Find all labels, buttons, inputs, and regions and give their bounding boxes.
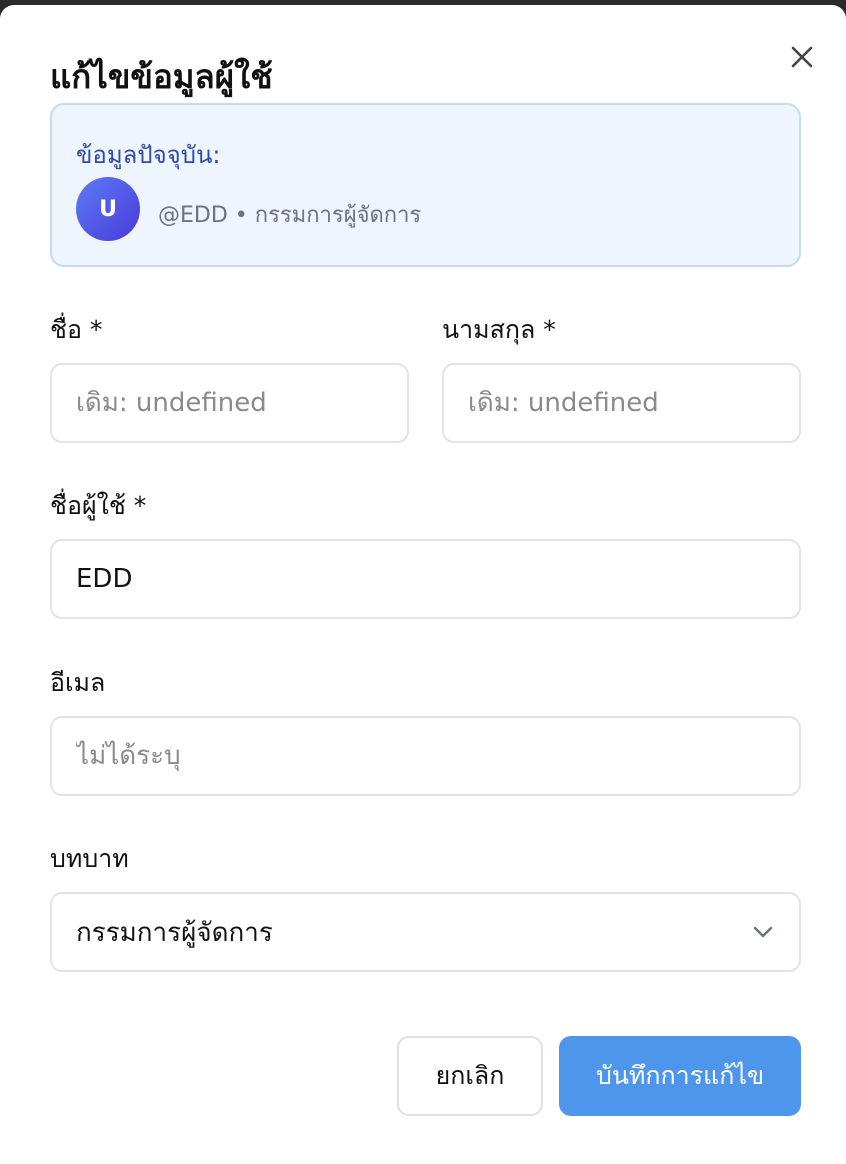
dialog-title: แก้ไขข้อมูลผู้ใช้ — [50, 57, 273, 96]
role-select[interactable]: กรรมการผู้จัดการ — [50, 892, 801, 972]
first-name-input[interactable] — [50, 363, 409, 443]
role-label: บทบาท — [50, 844, 129, 873]
first-name-label: ชื่อ * — [50, 315, 103, 344]
save-button[interactable]: บันทึกการแก้ไข — [559, 1036, 801, 1116]
close-button[interactable] — [788, 43, 816, 71]
chevron-down-icon — [753, 926, 773, 938]
close-icon — [791, 46, 813, 68]
current-user-meta: @EDD • กรรมการผู้จัดการ — [158, 203, 422, 228]
edit-user-dialog: แก้ไขข้อมูลผู้ใช้ ข้อมูลปัจจุบัน: U @EDD… — [0, 5, 846, 1164]
current-info-label: ข้อมูลปัจจุบัน: — [76, 141, 221, 169]
username-input[interactable] — [50, 539, 801, 619]
role-select-value: กรรมการผู้จัดการ — [76, 917, 273, 948]
email-input[interactable] — [50, 716, 801, 796]
username-label: ชื่อผู้ใช้ * — [50, 491, 147, 520]
last-name-label: นามสกุล * — [442, 315, 556, 344]
cancel-button[interactable]: ยกเลิก — [397, 1036, 543, 1116]
avatar: U — [76, 177, 140, 241]
last-name-input[interactable] — [442, 363, 801, 443]
current-info-panel: ข้อมูลปัจจุบัน: U @EDD • กรรมการผู้จัดกา… — [50, 103, 801, 267]
email-label: อีเมล — [50, 668, 106, 697]
